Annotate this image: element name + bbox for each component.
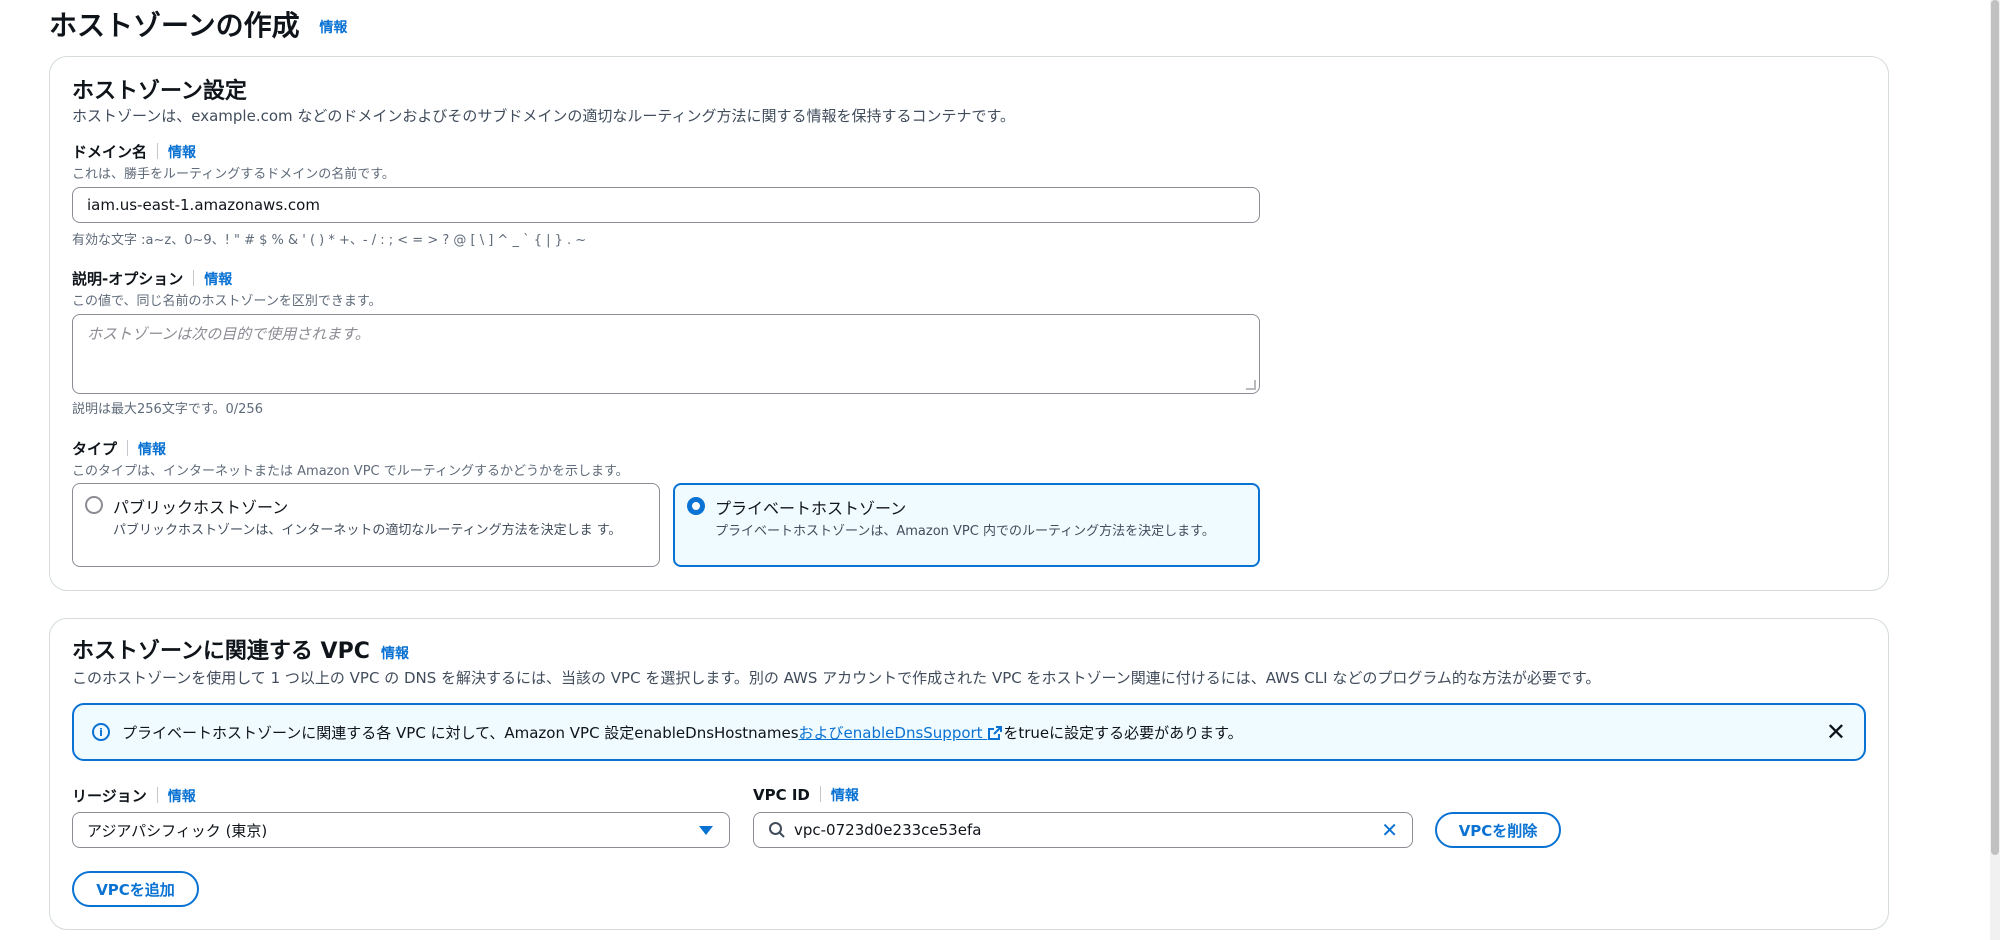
type-info-link[interactable]: 情報 <box>138 442 166 458</box>
vpc-heading-row: ホストゾーンに関連する VPC 情報 <box>72 633 409 665</box>
add-vpc-button[interactable]: VPCを追加 <box>72 871 199 907</box>
label-divider <box>127 440 129 456</box>
domain-name-value: iam.us-east-1.amazonaws.com <box>87 196 320 214</box>
vpc-info-link[interactable]: 情報 <box>381 646 409 662</box>
domain-hint: これは、勝手をルーティングするドメインの名前です。 <box>72 167 395 182</box>
caret-down-icon <box>699 826 713 835</box>
description-info-link[interactable]: 情報 <box>204 272 232 288</box>
vpc-heading: ホストゾーンに関連する VPC <box>72 639 370 664</box>
region-label: リージョン <box>72 787 147 805</box>
domain-constraint: 有効な文字 :a~z、0~9、! " # $ % & ' ( ) * +、- /… <box>72 233 587 248</box>
domain-label-row: ドメイン名 情報 <box>72 141 196 162</box>
resize-handle-icon[interactable] <box>1246 380 1256 390</box>
public-zone-radio[interactable] <box>85 496 103 514</box>
vpc-id-label-row: VPC ID 情報 <box>753 785 859 805</box>
label-divider <box>156 787 158 803</box>
alert-text-after: をtrueに設定する必要があります。 <box>1003 723 1243 742</box>
page-title: ホストゾーンの作成 情報 <box>49 4 347 44</box>
region-info-link[interactable]: 情報 <box>168 789 196 805</box>
public-zone-title: パブリックホストゾーン <box>113 498 289 517</box>
region-label-row: リージョン 情報 <box>72 785 196 806</box>
domain-name-input[interactable]: iam.us-east-1.amazonaws.com <box>72 187 1260 223</box>
private-hosted-zone-tile[interactable]: プライベートホストゾーン プライベートホストゾーンは、Amazon VPC 内で… <box>673 483 1260 567</box>
clear-icon[interactable]: ✕ <box>1381 818 1398 842</box>
vpc-description: このホストゾーンを使用して 1 つ以上の VPC の DNS を解決するには、当… <box>72 669 1601 687</box>
description-hint: この値で、同じ名前のホストゾーンを区別できます。 <box>72 294 382 309</box>
info-icon: i <box>92 723 110 741</box>
type-label: タイプ <box>72 440 118 458</box>
vpc-association-card: ホストゾーンに関連する VPC 情報 このホストゾーンを使用して 1 つ以上の … <box>49 618 1889 930</box>
dns-settings-alert: i プライベートホストゾーンに関連する各 VPC に対して、Amazon VPC… <box>72 703 1866 761</box>
enable-dns-support-link[interactable]: およびenableDnsSupport <box>799 722 1004 743</box>
description-textarea[interactable]: ホストゾーンは次の目的で使用されます。 <box>72 314 1260 394</box>
main-content: ホストゾーンの作成 情報 ホストゾーン設定 ホストゾーンは、example.co… <box>0 0 1990 940</box>
close-icon[interactable]: ✕ <box>1826 718 1846 746</box>
private-zone-desc: プライベートホストゾーンは、Amazon VPC 内でのルーティング方法を決定し… <box>715 524 1215 539</box>
description-label: 説明-オプション <box>72 270 184 288</box>
vpc-id-input[interactable]: vpc-0723d0e233ce53efa ✕ <box>753 812 1413 848</box>
region-value: アジアパシフィック (東京) <box>87 821 268 840</box>
description-label-row: 説明-オプション 情報 <box>72 268 232 289</box>
page-info-link[interactable]: 情報 <box>319 20 347 36</box>
external-link-icon <box>988 725 1003 740</box>
label-divider <box>157 143 159 159</box>
alert-text-before: プライベートホストゾーンに関連する各 VPC に対して、Amazon VPC 設… <box>122 723 799 742</box>
public-zone-desc: パブリックホストゾーンは、インターネットの適切なルーティング方法を決定しま す。 <box>113 523 622 538</box>
label-divider <box>819 786 821 802</box>
region-select[interactable]: アジアパシフィック (東京) <box>72 812 730 848</box>
search-icon <box>769 822 785 838</box>
description-constraint: 説明は最大256文字です。0/256 <box>72 402 263 417</box>
domain-label: ドメイン名 <box>72 143 148 161</box>
private-zone-title: プライベートホストゾーン <box>715 499 907 518</box>
alert-link-text: およびenableDnsSupport <box>798 723 983 742</box>
domain-info-link[interactable]: 情報 <box>168 145 196 161</box>
vpc-id-label: VPC ID <box>753 786 810 804</box>
scrollbar-thumb[interactable] <box>1991 0 1999 855</box>
settings-heading: ホストゾーン設定 <box>72 79 247 104</box>
public-hosted-zone-tile[interactable]: パブリックホストゾーン パブリックホストゾーンは、インターネットの適切なルーティ… <box>72 483 660 567</box>
vpc-id-value: vpc-0723d0e233ce53efa <box>794 821 982 839</box>
page-title-text: ホストゾーンの作成 <box>49 9 300 42</box>
vpc-id-info-link[interactable]: 情報 <box>831 788 859 804</box>
vertical-scrollbar[interactable] <box>1990 0 2000 940</box>
description-placeholder: ホストゾーンは次の目的で使用されます。 <box>87 325 370 343</box>
type-hint: このタイプは、インターネットまたは Amazon VPC でルーティングするかど… <box>72 464 629 479</box>
remove-vpc-button[interactable]: VPCを削除 <box>1435 812 1561 848</box>
settings-description: ホストゾーンは、example.com などのドメインおよびそのサブドメインの適… <box>72 107 1015 125</box>
type-label-row: タイプ 情報 <box>72 438 166 459</box>
private-zone-radio[interactable] <box>687 497 705 515</box>
label-divider <box>193 270 195 286</box>
hosted-zone-settings-card: ホストゾーン設定 ホストゾーンは、example.com などのドメインおよびそ… <box>49 56 1889 591</box>
